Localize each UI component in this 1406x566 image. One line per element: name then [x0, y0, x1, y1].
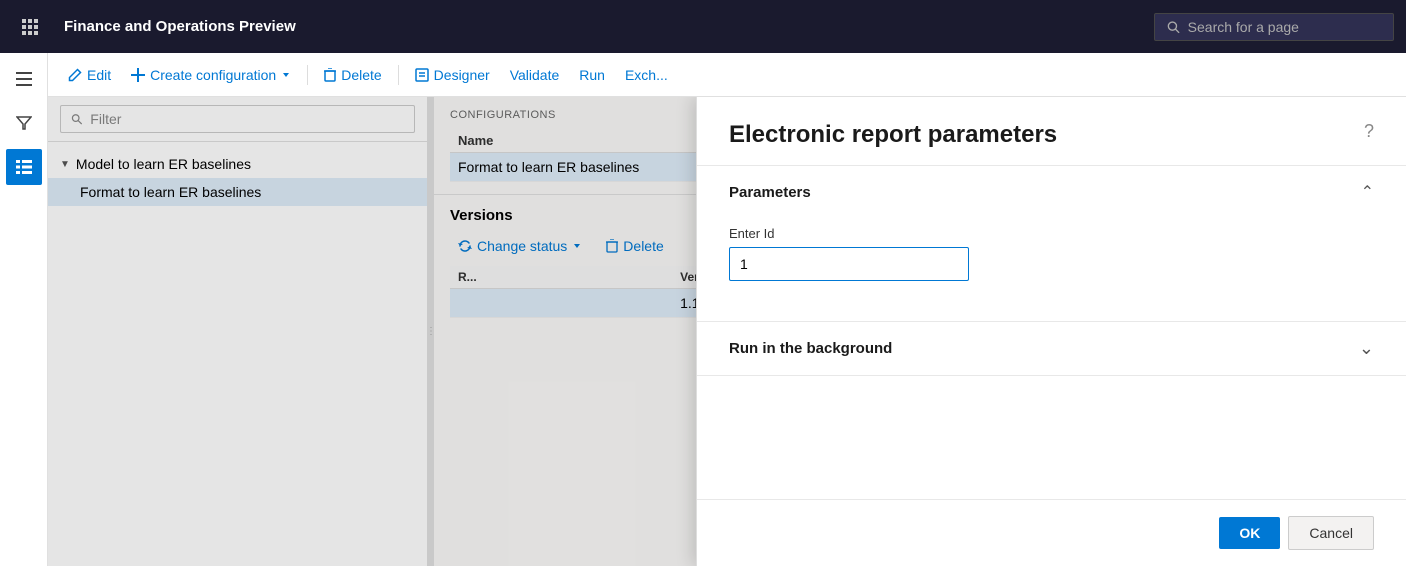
edit-button[interactable]: Edit: [60, 63, 119, 87]
create-configuration-button[interactable]: Create configuration: [123, 63, 299, 87]
search-input[interactable]: [1188, 19, 1381, 35]
ok-button[interactable]: OK: [1219, 517, 1280, 549]
dialog-overlay: Electronic report parameters ? Parameter…: [48, 97, 1406, 566]
search-icon: [1167, 20, 1180, 34]
page-toolbar: Edit Create configuration Delete: [48, 53, 1406, 97]
app-title: Finance and Operations Preview: [64, 18, 296, 35]
filter-icon[interactable]: [6, 105, 42, 141]
content-area: ▼ Model to learn ER baselines Format to …: [48, 97, 1406, 566]
sidebar-icons: [0, 53, 48, 566]
exchange-button[interactable]: Exch...: [617, 63, 676, 87]
top-bar: Finance and Operations Preview: [0, 0, 1406, 53]
list-active-icon[interactable]: [6, 149, 42, 185]
page-wrapper: Edit Create configuration Delete: [48, 53, 1406, 566]
hamburger-menu-icon[interactable]: [6, 61, 42, 97]
dialog-header: Electronic report parameters ?: [697, 97, 1406, 166]
enter-id-field: Enter Id: [729, 226, 1374, 281]
parameters-collapse-icon: [1361, 182, 1374, 202]
cancel-button[interactable]: Cancel: [1288, 516, 1374, 550]
create-dropdown-icon: [281, 70, 291, 80]
parameters-section: Parameters Enter Id: [697, 166, 1406, 322]
parameters-section-header[interactable]: Parameters: [697, 166, 1406, 218]
dialog-help-icon[interactable]: ?: [1364, 121, 1374, 142]
toolbar-separator-1: [307, 65, 308, 85]
enter-id-input[interactable]: [729, 247, 969, 281]
run-button[interactable]: Run: [571, 63, 613, 87]
dialog-footer: OK Cancel: [697, 499, 1406, 566]
delete-button[interactable]: Delete: [316, 63, 389, 87]
background-section-title: Run in the background: [729, 340, 892, 357]
dialog-panel: Electronic report parameters ? Parameter…: [696, 97, 1406, 566]
toolbar-separator-2: [398, 65, 399, 85]
dialog-title: Electronic report parameters: [729, 121, 1057, 149]
background-section-header[interactable]: Run in the background: [697, 322, 1406, 375]
background-expand-icon: [1359, 338, 1374, 359]
main-layout: Edit Create configuration Delete: [0, 53, 1406, 566]
dialog-body: Parameters Enter Id: [697, 166, 1406, 499]
parameters-section-content: Enter Id: [697, 218, 1406, 321]
validate-button[interactable]: Validate: [502, 63, 568, 87]
parameters-section-title: Parameters: [729, 184, 811, 201]
enter-id-label: Enter Id: [729, 226, 1374, 241]
designer-button[interactable]: Designer: [407, 63, 498, 87]
background-section: Run in the background: [697, 322, 1406, 376]
grid-menu-icon[interactable]: [12, 9, 48, 45]
search-bar[interactable]: [1154, 13, 1394, 41]
